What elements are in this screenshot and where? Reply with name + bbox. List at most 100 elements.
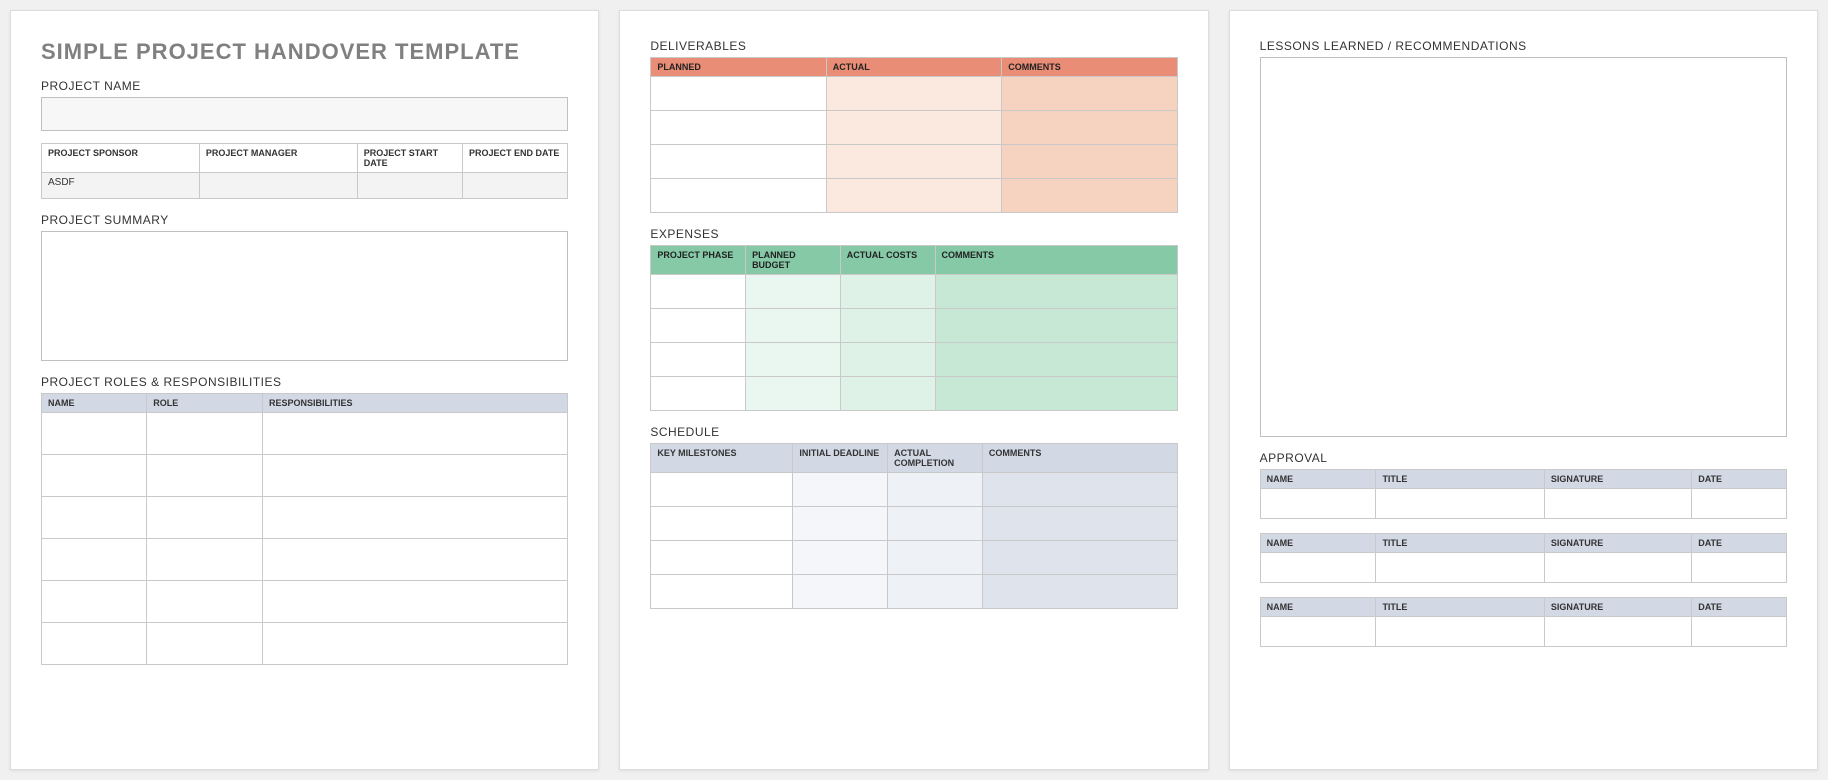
table-cell[interactable] — [982, 575, 1177, 609]
table-cell[interactable] — [1692, 553, 1787, 583]
project-sponsor-input[interactable]: ASDF — [42, 173, 200, 199]
table-cell[interactable] — [651, 473, 793, 507]
table-cell[interactable] — [888, 541, 983, 575]
table-cell[interactable] — [793, 473, 888, 507]
table-cell[interactable] — [651, 179, 826, 213]
table-cell[interactable] — [147, 581, 263, 623]
table-cell[interactable] — [1376, 553, 1544, 583]
table-cell[interactable] — [42, 413, 147, 455]
table-cell[interactable] — [263, 497, 568, 539]
table-cell[interactable] — [1376, 489, 1544, 519]
table-cell[interactable] — [1692, 489, 1787, 519]
table-cell[interactable] — [826, 145, 1001, 179]
expenses-label: EXPENSES — [650, 227, 1177, 241]
table-cell[interactable] — [1260, 553, 1376, 583]
table-cell[interactable] — [1260, 489, 1376, 519]
table-cell[interactable] — [42, 581, 147, 623]
table-cell[interactable] — [147, 413, 263, 455]
roles-label: PROJECT ROLES & RESPONSIBILITIES — [41, 375, 568, 389]
approval-header: DATE — [1692, 598, 1787, 617]
table-cell[interactable] — [42, 623, 147, 665]
lessons-input[interactable] — [1260, 57, 1787, 437]
table-cell[interactable] — [147, 455, 263, 497]
expenses-header: PLANNED BUDGET — [746, 246, 841, 275]
table-cell[interactable] — [840, 309, 935, 343]
approval-header: NAME — [1260, 470, 1376, 489]
table-cell[interactable] — [42, 539, 147, 581]
schedule-header: INITIAL DEADLINE — [793, 444, 888, 473]
table-cell[interactable] — [42, 455, 147, 497]
roles-header: NAME — [42, 394, 147, 413]
table-cell[interactable] — [1544, 553, 1691, 583]
table-cell[interactable] — [1002, 111, 1177, 145]
table-cell[interactable] — [826, 77, 1001, 111]
table-cell[interactable] — [651, 541, 793, 575]
approval-header: DATE — [1692, 534, 1787, 553]
table-cell[interactable] — [651, 309, 746, 343]
table-cell[interactable] — [888, 473, 983, 507]
table-cell[interactable] — [746, 377, 841, 411]
table-cell[interactable] — [651, 377, 746, 411]
deliverables-header: ACTUAL — [826, 58, 1001, 77]
table-cell[interactable] — [935, 343, 1177, 377]
table-cell[interactable] — [793, 575, 888, 609]
project-start-date-input[interactable] — [357, 173, 462, 199]
table-cell[interactable] — [651, 575, 793, 609]
table-cell[interactable] — [147, 539, 263, 581]
table-cell[interactable] — [147, 497, 263, 539]
table-cell[interactable] — [935, 275, 1177, 309]
roles-table: NAME ROLE RESPONSIBILITIES — [41, 393, 568, 665]
table-cell[interactable] — [935, 309, 1177, 343]
table-cell[interactable] — [1260, 617, 1376, 647]
table-cell[interactable] — [982, 507, 1177, 541]
table-cell[interactable] — [263, 623, 568, 665]
table-cell[interactable] — [1692, 617, 1787, 647]
table-cell[interactable] — [840, 343, 935, 377]
meta-header: PROJECT START DATE — [357, 144, 462, 173]
project-summary-input[interactable] — [41, 231, 568, 361]
table-cell[interactable] — [826, 111, 1001, 145]
schedule-header: COMMENTS — [982, 444, 1177, 473]
table-cell[interactable] — [1376, 617, 1544, 647]
table-cell[interactable] — [982, 473, 1177, 507]
table-cell[interactable] — [263, 539, 568, 581]
table-cell[interactable] — [1544, 489, 1691, 519]
table-cell[interactable] — [935, 377, 1177, 411]
project-manager-input[interactable] — [199, 173, 357, 199]
schedule-label: SCHEDULE — [650, 425, 1177, 439]
table-cell[interactable] — [1002, 145, 1177, 179]
table-cell[interactable] — [263, 581, 568, 623]
table-cell[interactable] — [746, 309, 841, 343]
table-cell[interactable] — [651, 77, 826, 111]
table-cell[interactable] — [888, 575, 983, 609]
table-cell[interactable] — [982, 541, 1177, 575]
approval-header: DATE — [1692, 470, 1787, 489]
deliverables-label: DELIVERABLES — [650, 39, 1177, 53]
table-cell[interactable] — [793, 541, 888, 575]
table-cell[interactable] — [651, 145, 826, 179]
table-cell[interactable] — [746, 343, 841, 377]
project-name-input[interactable] — [41, 97, 568, 131]
project-meta-table: PROJECT SPONSOR PROJECT MANAGER PROJECT … — [41, 143, 568, 199]
approval-header: SIGNATURE — [1544, 534, 1691, 553]
table-cell[interactable] — [651, 343, 746, 377]
table-cell[interactable] — [1544, 617, 1691, 647]
table-cell[interactable] — [1002, 179, 1177, 213]
project-name-label: PROJECT NAME — [41, 79, 568, 93]
table-cell[interactable] — [1002, 77, 1177, 111]
project-end-date-input[interactable] — [463, 173, 568, 199]
table-cell[interactable] — [263, 413, 568, 455]
table-cell[interactable] — [840, 377, 935, 411]
table-cell[interactable] — [793, 507, 888, 541]
table-cell[interactable] — [651, 507, 793, 541]
approval-header: SIGNATURE — [1544, 470, 1691, 489]
table-cell[interactable] — [147, 623, 263, 665]
table-cell[interactable] — [263, 455, 568, 497]
table-cell[interactable] — [888, 507, 983, 541]
table-cell[interactable] — [651, 111, 826, 145]
table-cell[interactable] — [651, 275, 746, 309]
table-cell[interactable] — [42, 497, 147, 539]
table-cell[interactable] — [746, 275, 841, 309]
table-cell[interactable] — [840, 275, 935, 309]
table-cell[interactable] — [826, 179, 1001, 213]
